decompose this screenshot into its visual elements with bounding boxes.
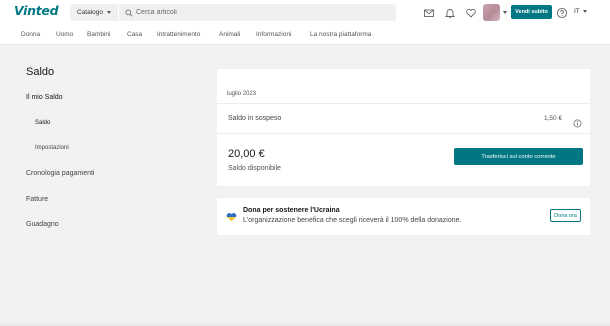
- chevron-down-icon: [582, 10, 587, 13]
- heart-icon[interactable]: [465, 6, 477, 18]
- nav-item-casa[interactable]: Casa: [127, 31, 142, 38]
- balance-card: luglio 2023 Saldo in sospeso 1,50 € 20,0…: [217, 69, 590, 186]
- sell-now-button[interactable]: Vendi subito: [511, 5, 552, 19]
- sidebar-item-balance[interactable]: Saldo: [35, 120, 50, 126]
- bottom-edge: [0, 321, 610, 326]
- search-bar[interactable]: [119, 4, 396, 21]
- nav-item-informazioni[interactable]: Informazioni: [256, 31, 291, 38]
- nav-item-donna[interactable]: Donna: [21, 31, 40, 38]
- avatar[interactable]: [483, 4, 500, 21]
- search-input[interactable]: [136, 9, 376, 16]
- nav-item-animali[interactable]: Animali: [219, 31, 240, 38]
- sidebar-item-my-balance[interactable]: Il mio Saldo: [26, 94, 63, 101]
- donation-card: Dona per sostenere l'Ucraina L'organizza…: [217, 198, 590, 235]
- catalog-dropdown[interactable]: Catalogo: [70, 4, 118, 21]
- donation-text: L'organizzazione benefica che scegli ric…: [243, 217, 462, 224]
- page-title: Saldo: [26, 66, 55, 78]
- bell-icon[interactable]: [444, 6, 456, 19]
- sidebar-item-invoices[interactable]: Fatture: [26, 196, 48, 203]
- pending-balance-row: Saldo in sospeso 1,50 €: [217, 104, 590, 134]
- ukraine-heart-icon: [226, 209, 237, 222]
- transfer-to-bank-button[interactable]: Trasferisci sul conto corrente: [454, 148, 583, 165]
- period-label: luglio 2023: [227, 91, 257, 97]
- chevron-down-icon[interactable]: [503, 11, 507, 14]
- nav-item-la-nostra-piattaforma[interactable]: La nostra piattaforma: [310, 31, 371, 38]
- search-icon: [125, 4, 133, 22]
- category-nav: Donna Uomo Bambini Casa Intrattenimento …: [0, 25, 610, 45]
- help-icon[interactable]: [556, 6, 568, 19]
- top-header: Vinted Catalogo Vendi subito IT: [0, 0, 610, 25]
- chevron-down-icon: [107, 11, 112, 14]
- donate-now-button[interactable]: Dona ora: [550, 209, 581, 222]
- available-balance-amount: 20,00 €: [228, 148, 265, 160]
- nav-item-bambini[interactable]: Bambini: [87, 31, 110, 38]
- period-row: luglio 2023: [217, 83, 590, 104]
- sidebar-item-settings[interactable]: Impostazioni: [35, 145, 69, 151]
- nav-item-intrattenimento[interactable]: Intrattenimento: [157, 31, 200, 38]
- available-balance-label: Saldo disponibile: [228, 165, 281, 172]
- vinted-logo[interactable]: Vinted: [14, 3, 59, 18]
- sidebar-item-payment-history[interactable]: Cronologia pagamenti: [26, 170, 95, 177]
- pending-balance-label: Saldo in sospeso: [228, 115, 282, 122]
- language-selector[interactable]: IT: [574, 8, 587, 15]
- sidebar-item-earnings[interactable]: Guadagno: [26, 221, 59, 228]
- mail-icon[interactable]: [423, 6, 435, 18]
- language-label: IT: [574, 8, 580, 15]
- pending-balance-amount: 1,50 €: [544, 115, 563, 122]
- catalog-label: Catalogo: [77, 9, 104, 16]
- nav-item-uomo[interactable]: Uomo: [56, 31, 73, 38]
- info-icon[interactable]: [573, 115, 582, 127]
- donation-title: Dona per sostenere l'Ucraina: [243, 207, 340, 214]
